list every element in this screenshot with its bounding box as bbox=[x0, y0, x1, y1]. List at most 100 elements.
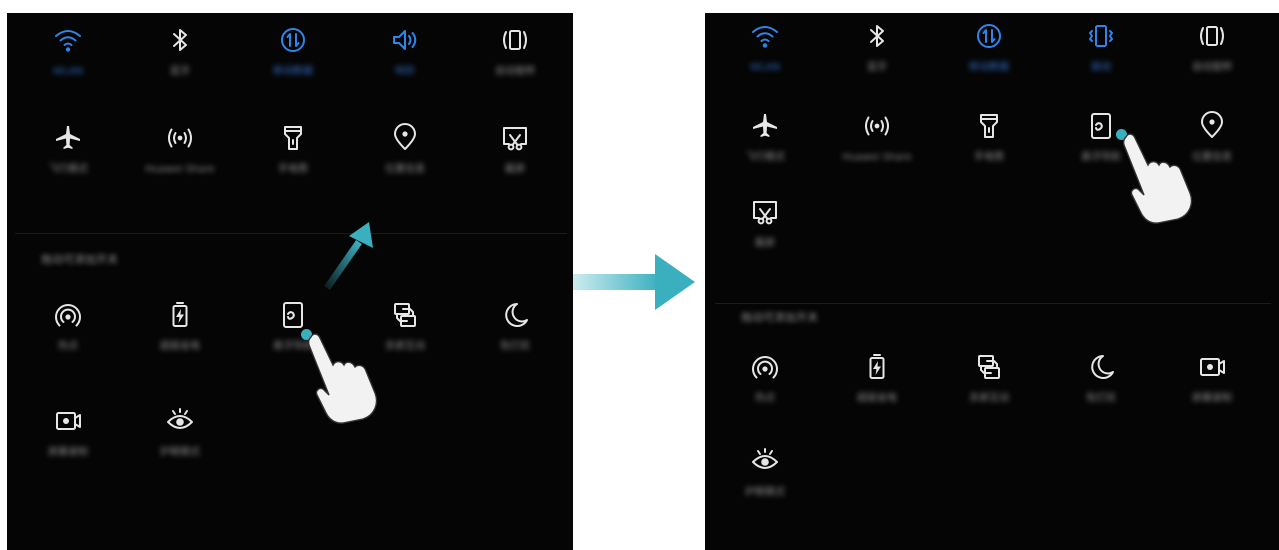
toggle-location[interactable]: 位置信息 bbox=[350, 123, 460, 203]
toggle-label: 自动旋转 bbox=[495, 66, 535, 77]
section-divider bbox=[715, 303, 1271, 304]
hotspot-icon bbox=[752, 356, 778, 379]
toggle-eye-comfort[interactable]: 护眼模式 bbox=[710, 446, 820, 526]
airplane-icon bbox=[56, 126, 80, 149]
screenshot-icon bbox=[753, 201, 777, 225]
toggle-airplane[interactable]: 飞行模式 bbox=[710, 111, 820, 191]
battery-icon bbox=[172, 302, 188, 327]
auto-rotate-icon bbox=[1200, 26, 1224, 46]
toggle-ultra-power[interactable]: 超级省电 bbox=[822, 352, 932, 432]
toggle-sound[interactable]: 响铃 bbox=[350, 25, 460, 105]
moon-icon bbox=[1091, 355, 1114, 379]
quick-settings-panel-before: 拖动可添加开关 WLAN 蓝牙 移动数据 响铃 自动旋转飞行模式 Huawei Share… bbox=[7, 13, 573, 550]
toggle-flashlight[interactable]: 手电筒 bbox=[238, 123, 348, 203]
toggle-label: 振动 bbox=[1091, 62, 1111, 73]
eye-icon bbox=[752, 448, 778, 469]
toggle-screenshot[interactable]: 截屏 bbox=[460, 123, 570, 203]
toggle-wlan[interactable]: WLAN bbox=[710, 21, 820, 101]
vibrate-icon bbox=[1089, 25, 1113, 47]
toggle-multi-screen[interactable]: 多屏互动 bbox=[934, 352, 1044, 432]
toggle-label: 截屏 bbox=[505, 164, 525, 175]
toggle-huawei-share[interactable]: Huawei Share bbox=[822, 111, 932, 191]
toggle-label: 移动数据 bbox=[969, 62, 1009, 73]
toggle-airplane[interactable]: 飞行模式 bbox=[13, 123, 123, 203]
battery-icon bbox=[869, 354, 885, 379]
wifi-icon bbox=[752, 26, 778, 48]
multi-screen-icon bbox=[978, 355, 1000, 379]
toggle-bluetooth[interactable]: 蓝牙 bbox=[822, 21, 932, 101]
section-title: 拖动可添加开关 bbox=[741, 311, 818, 324]
toggle-do-not-disturb[interactable]: 免打扰 bbox=[460, 300, 570, 380]
toggle-label: 蓝牙 bbox=[867, 62, 887, 73]
toggle-eye-comfort[interactable]: 护眼模式 bbox=[125, 406, 235, 486]
toggle-flashlight[interactable]: 手电筒 bbox=[934, 111, 1044, 191]
toggle-label: 自动旋转 bbox=[1192, 62, 1232, 73]
toggle-screen-record[interactable]: 屏幕录制 bbox=[13, 406, 123, 486]
flashlight-icon bbox=[284, 126, 302, 150]
bluetooth-icon bbox=[870, 25, 884, 47]
toggle-wlan[interactable]: WLAN bbox=[13, 25, 123, 105]
toggle-label: Huawei Share bbox=[145, 164, 215, 175]
toggle-label: 手电筒 bbox=[974, 152, 1004, 163]
toggle-label: 手电筒 bbox=[278, 164, 308, 175]
eye-icon bbox=[167, 408, 193, 429]
auto-rotate-icon bbox=[503, 30, 527, 50]
transition-arrow-icon bbox=[573, 254, 695, 310]
huawei-share-icon bbox=[865, 116, 889, 136]
toggle-label: 超级省电 bbox=[857, 393, 897, 404]
wifi-icon bbox=[55, 30, 81, 52]
toggle-bluetooth[interactable]: 蓝牙 bbox=[125, 25, 235, 105]
hand-pointer-icon bbox=[307, 333, 378, 424]
toggle-mobile-data[interactable]: 移动数据 bbox=[238, 25, 348, 105]
huawei-share-icon bbox=[168, 128, 192, 148]
toggle-label: 截屏 bbox=[755, 238, 775, 249]
location-icon bbox=[394, 123, 416, 150]
toggle-huawei-share[interactable]: Huawei Share bbox=[125, 123, 235, 203]
toggle-label: 免打扰 bbox=[500, 341, 530, 352]
toggle-screenshot[interactable]: 截屏 bbox=[710, 197, 820, 277]
screen-record-icon bbox=[56, 412, 81, 430]
toggle-label: 热点 bbox=[755, 393, 775, 404]
toggle-do-not-disturb[interactable]: 免打扰 bbox=[1046, 352, 1156, 432]
section-title: 拖动可添加开关 bbox=[41, 253, 118, 266]
toggle-vibrate[interactable]: 振动 bbox=[1046, 21, 1156, 101]
toggle-label: 护眼模式 bbox=[160, 447, 200, 458]
flashlight-icon bbox=[980, 114, 998, 138]
toggle-label: 屏幕录制 bbox=[1192, 393, 1232, 404]
airplane-icon bbox=[753, 114, 777, 137]
toggle-label: 屏幕录制 bbox=[48, 447, 88, 458]
toggle-hotspot[interactable]: 热点 bbox=[710, 352, 820, 432]
multi-screen-icon bbox=[394, 303, 416, 327]
bluetooth-icon bbox=[173, 29, 187, 51]
toggle-label: 免打扰 bbox=[1086, 393, 1116, 404]
floating-dock-icon bbox=[1091, 113, 1111, 139]
toggle-label: 响铃 bbox=[395, 66, 415, 77]
toggle-mobile-data[interactable]: 移动数据 bbox=[934, 21, 1044, 101]
screenshot-icon bbox=[503, 127, 527, 151]
hand-pointer-icon bbox=[1122, 133, 1193, 224]
toggle-label: 位置信息 bbox=[385, 164, 425, 175]
drag-up-arrow-icon bbox=[324, 222, 373, 290]
mobile-data-icon bbox=[281, 28, 305, 52]
section-divider bbox=[15, 233, 567, 234]
toggle-label: 移动数据 bbox=[273, 66, 313, 77]
toggle-label: 超级省电 bbox=[160, 341, 200, 352]
hotspot-icon bbox=[55, 304, 81, 327]
floating-dock-icon bbox=[283, 302, 303, 328]
sound-icon bbox=[393, 30, 417, 50]
mobile-data-icon bbox=[977, 24, 1001, 48]
toggle-label: 多屏互动 bbox=[969, 393, 1009, 404]
toggle-label: WLAN bbox=[749, 62, 780, 73]
toggle-screen-record[interactable]: 屏幕录制 bbox=[1157, 352, 1267, 432]
toggle-label: Huawei Share bbox=[842, 152, 912, 163]
toggle-label: 护眼模式 bbox=[745, 487, 785, 498]
screen-record-icon bbox=[1200, 358, 1225, 376]
quick-settings-panel-after: 拖动可添加开关 WLAN 蓝牙 移动数据 振动 自动旋转飞行模式 Huawei Share… bbox=[705, 13, 1279, 550]
toggle-auto-rotate[interactable]: 自动旋转 bbox=[1157, 21, 1267, 101]
toggle-label: 热点 bbox=[58, 341, 78, 352]
toggle-auto-rotate[interactable]: 自动旋转 bbox=[460, 25, 570, 105]
toggle-hotspot[interactable]: 热点 bbox=[13, 300, 123, 380]
toggle-ultra-power[interactable]: 超级省电 bbox=[125, 300, 235, 380]
toggle-label: 飞行模式 bbox=[48, 164, 88, 175]
toggle-label: WLAN bbox=[52, 66, 83, 77]
